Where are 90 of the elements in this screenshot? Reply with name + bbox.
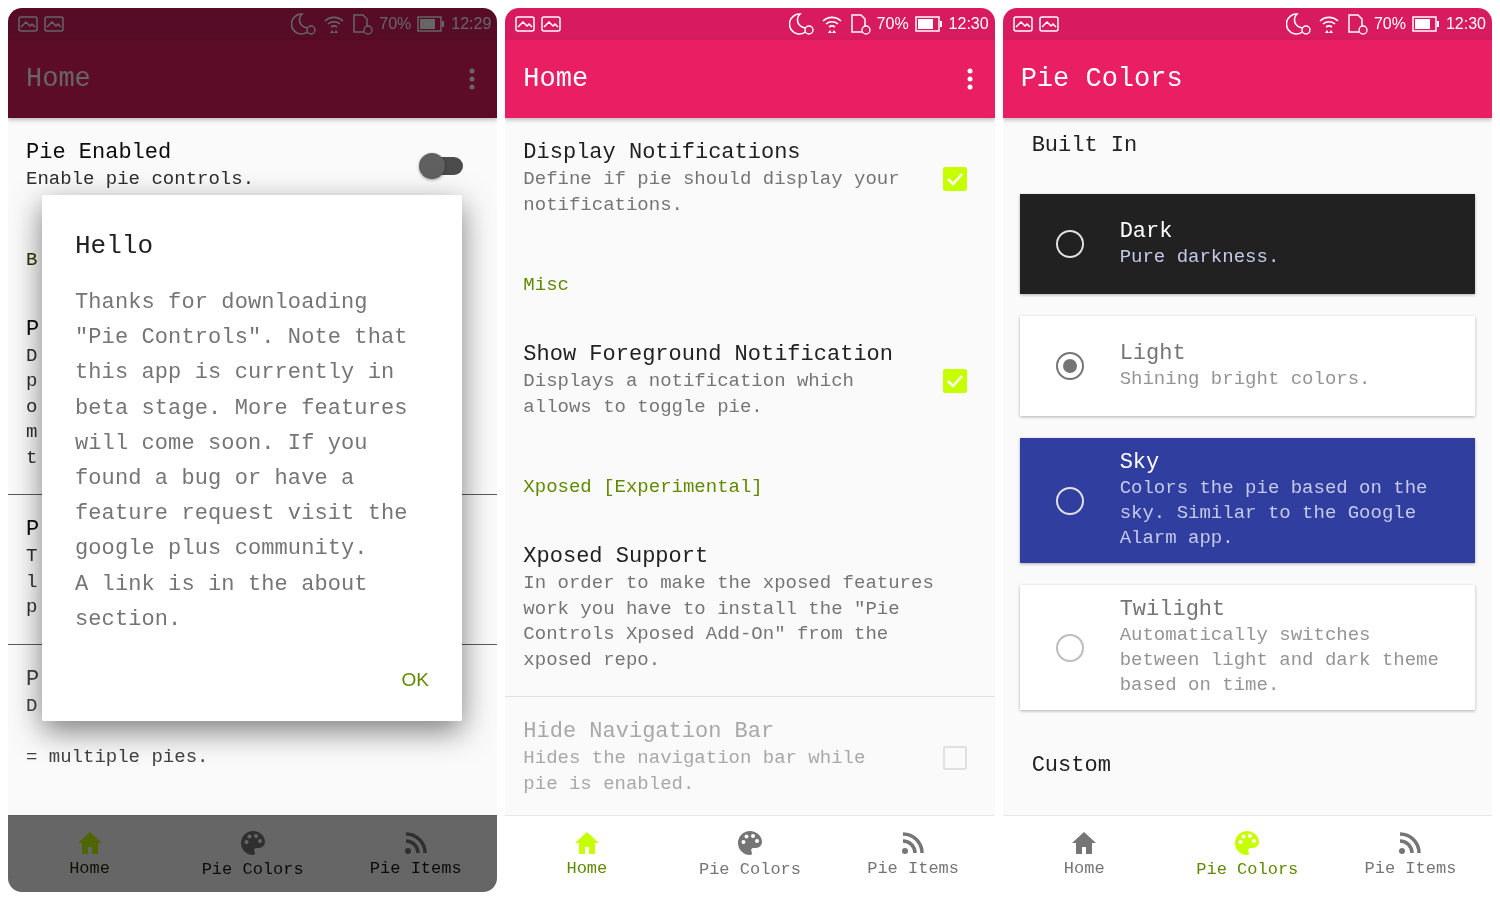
battery-percent: 70% — [379, 15, 412, 33]
setting-summary: Enable pie controls. — [26, 167, 255, 192]
wifi-icon — [323, 14, 346, 34]
picture-icon — [44, 16, 64, 32]
nav-tab[interactable]: Home — [1002, 816, 1166, 892]
theme-card[interactable]: Dark Pure darkness. — [1019, 194, 1475, 294]
palette-icon — [239, 829, 266, 856]
section-title: Built In — [1030, 132, 1139, 160]
palette-icon — [1234, 829, 1261, 856]
more-options-icon — [966, 68, 973, 90]
section-title: Custom — [1030, 752, 1112, 780]
nav-tab[interactable]: Pie Colors — [171, 816, 335, 892]
setting-summary: Hides the navigation bar while pie is enabled. — [523, 746, 866, 797]
rss-icon — [901, 830, 926, 855]
theme-description: Shining bright colors. — [1119, 366, 1371, 392]
nav-tab[interactable]: Home — [8, 816, 172, 892]
clock: 12:29 — [451, 15, 492, 33]
wifi-icon — [820, 14, 843, 34]
battery-icon — [417, 16, 446, 32]
battery-percent: 70% — [1373, 15, 1406, 33]
setting-title: Xposed Support — [523, 543, 709, 571]
setting-title: Hide Navigation Bar — [523, 718, 775, 746]
theme-card[interactable]: Sky Colors the pie based on the sky. Similar to the Google Alarm app. — [1019, 438, 1475, 563]
setting-title: Show Foreground Notification — [523, 341, 893, 369]
app-title: Pie Colors — [1020, 64, 1184, 94]
home-icon — [76, 830, 103, 855]
theme-description: Automatically switches between light and dark theme based on time. — [1119, 623, 1439, 698]
checkmark-icon — [945, 171, 964, 186]
theme-card[interactable]: Light Shining bright colors. — [1019, 316, 1475, 416]
rss-icon — [1398, 830, 1423, 855]
setting-title: P — [26, 516, 40, 544]
picture-icon — [541, 16, 562, 32]
radio-button[interactable] — [1055, 633, 1084, 662]
wifi-icon — [1317, 14, 1340, 34]
nav-tab[interactable]: Home — [505, 816, 669, 892]
theme-name: Dark — [1119, 218, 1174, 245]
clock: 12:30 — [948, 15, 989, 33]
section-header: Xposed [Experimental] — [523, 475, 763, 500]
section-header: B — [26, 247, 38, 273]
theme-name: Light — [1119, 340, 1187, 367]
moon-alarm-icon — [1285, 12, 1312, 36]
theme-name: Sky — [1119, 450, 1161, 476]
battery-icon — [1411, 16, 1440, 32]
moon-alarm-icon — [788, 12, 815, 36]
sd-card-icon — [1345, 13, 1368, 35]
picture-icon — [1012, 16, 1033, 32]
setting-title: P — [26, 315, 40, 344]
dialog-message: A link is in the about section. — [75, 570, 369, 634]
nav-tab[interactable]: Pie Colors — [1165, 816, 1329, 892]
home-icon — [1071, 830, 1098, 855]
radio-button[interactable] — [1055, 352, 1084, 380]
setting-summary: In order to make the xposed features work you have to install the "Pie Controls Xposed Add-On" from the xposed repo. — [523, 571, 934, 673]
section-header: Misc — [523, 273, 569, 298]
clock: 12:30 — [1445, 15, 1486, 33]
moon-alarm-icon — [291, 12, 318, 36]
ok-button[interactable]: OK — [401, 665, 429, 696]
picture-icon — [1038, 16, 1059, 32]
setting-summary: Define if pie should display your notifications. — [523, 167, 900, 218]
sd-card-icon — [351, 13, 374, 35]
theme-description: Pure darkness. — [1119, 244, 1280, 270]
nav-tab[interactable]: Pie Items — [1328, 816, 1492, 892]
setting-summary: D p o m t — [26, 343, 38, 471]
home-icon — [573, 830, 600, 855]
setting-summary: D = multiple pies. — [26, 693, 209, 770]
theme-card[interactable]: Twilight Automatically switches between light and dark theme based on time. — [1019, 585, 1475, 710]
app-title: Home — [523, 64, 590, 94]
nav-tab[interactable]: Pie Items — [334, 816, 498, 892]
dialog-title: Hello — [75, 231, 153, 261]
sd-card-icon — [848, 13, 871, 35]
setting-summary: T l p — [26, 544, 38, 620]
battery-percent: 70% — [876, 15, 909, 33]
theme-name: Twilight — [1119, 597, 1227, 623]
picture-icon — [18, 16, 38, 32]
checkmark-icon — [945, 373, 964, 388]
rss-icon — [403, 830, 428, 855]
checkbox[interactable] — [942, 166, 967, 191]
picture-icon — [515, 16, 536, 32]
checkbox[interactable] — [942, 368, 967, 393]
app-title: Home — [26, 64, 92, 94]
nav-tab[interactable]: Pie Colors — [668, 816, 832, 892]
nav-tab[interactable]: Pie Items — [831, 816, 995, 892]
palette-icon — [737, 829, 763, 856]
more-options-icon — [469, 68, 476, 90]
theme-description: Colors the pie based on the sky. Similar to the Google Alarm app. — [1119, 476, 1428, 551]
setting-summary: Displays a notification which allows to toggle pie. — [523, 369, 854, 420]
setting-title: Pie Enabled — [26, 139, 172, 167]
battery-icon — [914, 16, 943, 32]
setting-title: P — [26, 665, 40, 694]
dialog-message: Thanks for downloading "Pie Controls". Note that this app is currently in beta stage. More features will come soon. If you found a bug or have a feature request visit the google plus community. — [75, 289, 409, 564]
setting-title: Display Notifications — [523, 139, 801, 167]
